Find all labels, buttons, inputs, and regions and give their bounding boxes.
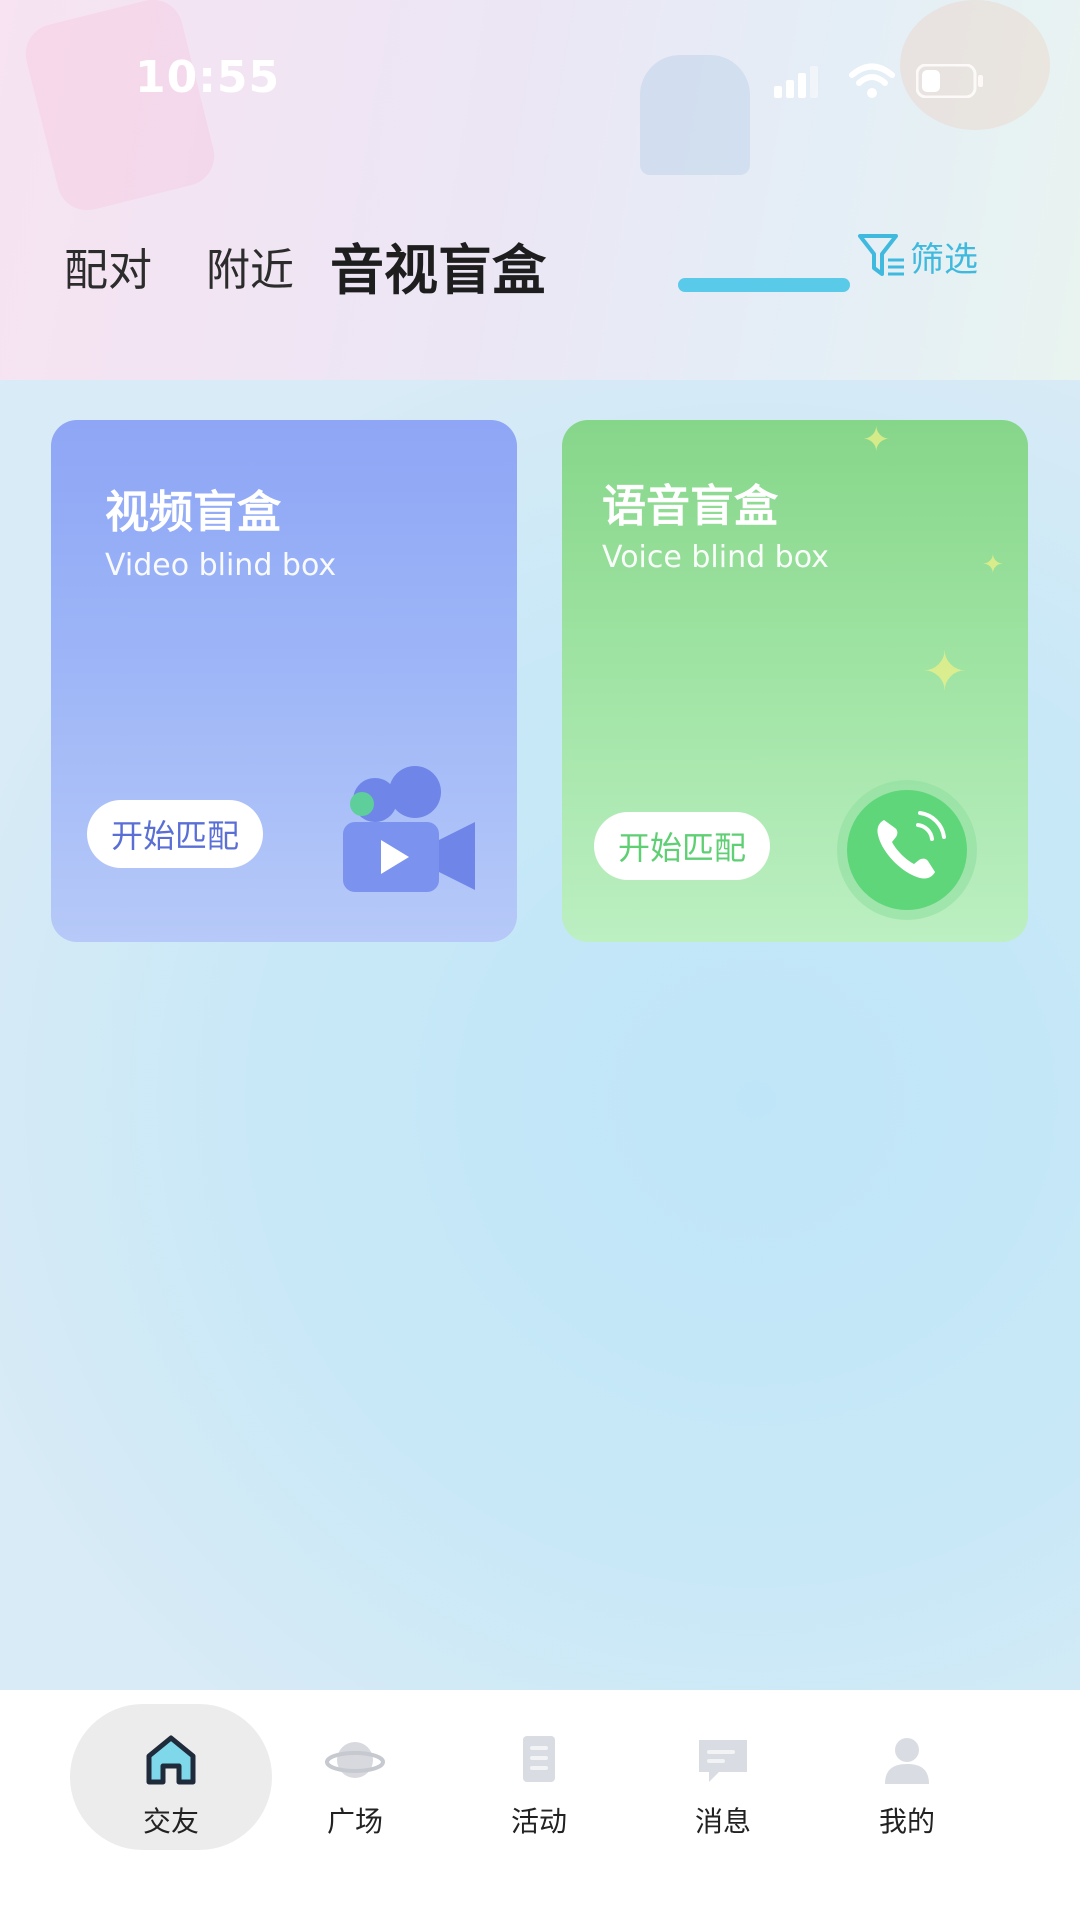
bottom-navigation: 交友 广场 活动 消息 我的 xyxy=(0,1690,1080,1920)
document-icon xyxy=(523,1736,555,1782)
sparkle-decoration: ✦ xyxy=(862,420,891,460)
nav-item-square[interactable]: 广场 xyxy=(280,1712,430,1862)
nav-label: 消息 xyxy=(694,1805,751,1838)
status-time: 10:55 xyxy=(135,52,281,103)
nav-label: 广场 xyxy=(326,1805,383,1838)
nav-label: 交友 xyxy=(142,1805,199,1838)
tab-nearby[interactable]: 附近 xyxy=(206,234,294,298)
status-bar: 10:55 xyxy=(0,0,1080,160)
nav-item-activity[interactable]: 活动 xyxy=(464,1712,614,1862)
card-title: 视频盲盒 xyxy=(105,487,281,538)
sparkle-decoration: ✦ xyxy=(982,550,1004,580)
card-subtitle: Voice blind box xyxy=(602,540,829,575)
planet-icon xyxy=(325,1742,385,1778)
card-title: 语音盲盒 xyxy=(602,481,778,532)
nav-label: 我的 xyxy=(878,1805,935,1838)
active-tab-indicator xyxy=(678,278,850,292)
tab-blind-box[interactable]: 音视盲盒 xyxy=(330,226,850,305)
sparkle-decoration: ✦ xyxy=(922,640,968,703)
home-icon xyxy=(146,1735,196,1785)
cellular-signal-icon xyxy=(774,66,818,98)
battery-icon xyxy=(916,64,983,98)
tab-pair[interactable]: 配对 xyxy=(64,234,152,298)
user-icon xyxy=(885,1738,929,1784)
wifi-icon xyxy=(849,63,895,98)
filter-button[interactable]: 筛选 xyxy=(856,230,978,282)
start-match-button[interactable]: 开始匹配 xyxy=(594,812,770,880)
video-blind-box-card[interactable]: 视频盲盒 Video blind box 开始匹配 xyxy=(51,420,517,942)
voice-blind-box-card[interactable]: ✦ ✦ ✦ 语音盲盒 Voice blind box 开始匹配 xyxy=(562,420,1028,942)
video-camera-icon xyxy=(343,766,475,892)
phone-call-icon xyxy=(837,780,977,920)
funnel-icon xyxy=(858,234,904,276)
nav-item-messages[interactable]: 消息 xyxy=(648,1712,798,1862)
message-icon xyxy=(699,1740,747,1782)
filter-label: 筛选 xyxy=(910,239,978,280)
tab-blind-box-label: 音视盲盒 xyxy=(330,239,546,302)
start-match-button[interactable]: 开始匹配 xyxy=(87,800,263,868)
nav-item-profile[interactable]: 我的 xyxy=(832,1712,982,1862)
card-subtitle: Video blind box xyxy=(105,548,337,583)
nav-item-friends[interactable]: 交友 xyxy=(96,1712,246,1862)
nav-label: 活动 xyxy=(510,1805,567,1838)
